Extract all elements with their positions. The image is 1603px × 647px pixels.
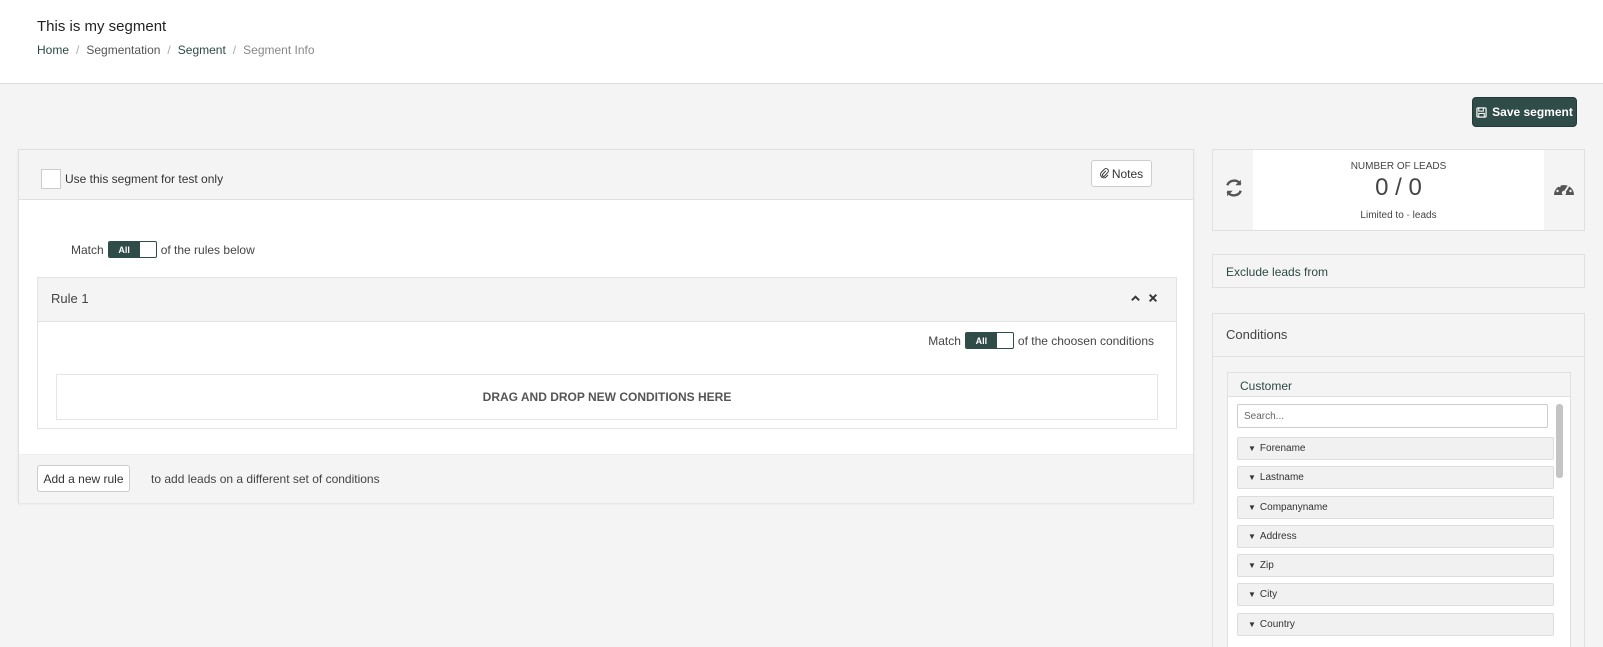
tag-icon: ▼ (1248, 473, 1256, 483)
test-only-checkbox[interactable] (41, 169, 61, 189)
rule-match-prefix: Match (928, 333, 961, 348)
tag-icon: ▼ (1248, 444, 1256, 453)
match-all-toggle[interactable]: All (107, 241, 157, 258)
match-prefix: Match (71, 242, 104, 257)
refresh-icon[interactable] (1223, 177, 1245, 199)
breadcrumb-current: Segment Info (243, 43, 315, 57)
condition-field-companyname[interactable]: ▼ Companyname (1237, 495, 1554, 519)
rule-match-toggle-value: All (965, 333, 997, 348)
breadcrumb-separator: / (232, 43, 237, 57)
exclude-leads-panel: Exclude leads from (1212, 254, 1585, 288)
floppy-icon (1476, 106, 1487, 118)
breadcrumb-home[interactable]: Home (37, 43, 69, 57)
notes-button[interactable]: Notes (1091, 160, 1152, 187)
rule-match-toggle[interactable]: All (964, 332, 1014, 349)
match-toggle-value: All (108, 242, 140, 257)
tag-icon: ▼ (1248, 619, 1256, 629)
leads-limit-prefix: Limited to (1360, 210, 1404, 221)
test-only-label: Use this segment for test only (65, 172, 224, 186)
condition-field-city[interactable]: ▼ City (1237, 583, 1554, 607)
breadcrumb-separator: / (167, 43, 171, 57)
condition-field-label: Forename (1259, 443, 1306, 454)
leads-limit-value: - (1406, 210, 1410, 221)
tag-icon: ▼ (1248, 531, 1256, 541)
rule-match-suffix: of the choosen conditions (1017, 333, 1154, 348)
conditions-search-input[interactable] (1237, 404, 1548, 428)
condition-field-country[interactable]: ▼ Country (1237, 612, 1554, 636)
customer-group-title: Customer (1240, 379, 1293, 393)
breadcrumb-separator: / (76, 43, 80, 57)
tag-icon: ▼ (1248, 561, 1256, 571)
page-header: This is my segment Home / Segmentation / Seg… (0, 0, 1603, 84)
conditions-scrollbar[interactable] (1556, 404, 1563, 478)
exclude-leads-toggle[interactable]: Exclude leads from (1226, 265, 1328, 279)
breadcrumb: Home / Segmentation / Segment / Segment Info (37, 43, 315, 57)
condition-field-label: Lastname (1259, 472, 1304, 484)
conditions-header: Conditions (1213, 314, 1584, 357)
leads-count-panel: NUMBER OF LEADS 0 / 0 Limited to - leads (1253, 150, 1544, 230)
tag-icon: ▼ (1248, 502, 1256, 512)
leads-limit-suffix: leads (1412, 210, 1437, 221)
condition-field-lastname[interactable]: ▼ Lastname (1237, 466, 1554, 490)
save-segment-label: Save segment (1492, 105, 1573, 119)
breadcrumb-segmentation: Segmentation (86, 43, 161, 57)
page-title: This is my segment (37, 18, 167, 35)
paperclip-icon (1099, 168, 1109, 179)
global-match-row: Match All of the rules below (71, 241, 255, 258)
chevron-up-icon[interactable] (1130, 293, 1141, 304)
leads-limit-text: Limited to - leads (1253, 210, 1544, 221)
notes-label: Notes (1111, 166, 1144, 181)
add-rule-hint: to add leads on a different set of condi… (151, 472, 380, 486)
save-segment-button[interactable]: Save segment (1472, 97, 1577, 127)
condition-field-label: City (1259, 589, 1278, 601)
condition-field-list: ▼ Forename ▼ Lastname ▼ Companyname ▼ Addres… (1237, 437, 1554, 642)
rule-actions (1130, 291, 1158, 304)
rule-match-row: Match All of the choosen conditions (928, 332, 1154, 349)
conditions-title: Conditions (1226, 327, 1288, 342)
close-icon[interactable] (1148, 293, 1158, 303)
rule-header: Rule 1 (38, 278, 1176, 322)
match-suffix: of the rules below (160, 242, 255, 257)
leads-count-card: NUMBER OF LEADS 0 / 0 Limited to - leads (1212, 149, 1585, 231)
customer-conditions-group: Customer ▼Forename ▼Lastname ▼Companynam… (1227, 372, 1571, 647)
condition-field-address[interactable]: ▼ Address (1237, 524, 1554, 548)
add-rule-button[interactable]: Add a new rule (37, 465, 130, 492)
dashboard-gauge-icon (1554, 182, 1574, 196)
add-rule-bar: Add a new rule to add leads on a differe… (19, 454, 1193, 503)
leads-count-value: 0 / 0 (1375, 174, 1422, 201)
condition-field-label: Country (1259, 618, 1295, 630)
breadcrumb-segment[interactable]: Segment (178, 43, 226, 57)
leads-count-label: NUMBER OF LEADS (1350, 161, 1447, 172)
rule-card: Rule 1 Match All of the choosen conditio… (37, 277, 1177, 429)
condition-field-label: Zip (1259, 560, 1274, 572)
conditions-panel: Conditions Customer ▼Forename ▼Lastname … (1212, 313, 1585, 647)
condition-field-forename[interactable]: ▼ Forename (1237, 437, 1554, 460)
segment-editor-panel: Use this segment for test only Notes Mat… (18, 149, 1194, 503)
rule-title: Rule 1 (51, 291, 89, 306)
condition-field-label: Companyname (1259, 501, 1328, 513)
condition-field-label: Address (1259, 530, 1297, 542)
customer-group-header[interactable]: Customer (1228, 373, 1570, 397)
conditions-dropzone[interactable]: DRAG AND DROP NEW CONDITIONS HERE (56, 374, 1158, 420)
condition-field-zip[interactable]: ▼ Zip (1237, 554, 1554, 578)
segment-options-bar: Use this segment for test only Notes (19, 150, 1193, 200)
tag-icon: ▼ (1248, 590, 1256, 600)
